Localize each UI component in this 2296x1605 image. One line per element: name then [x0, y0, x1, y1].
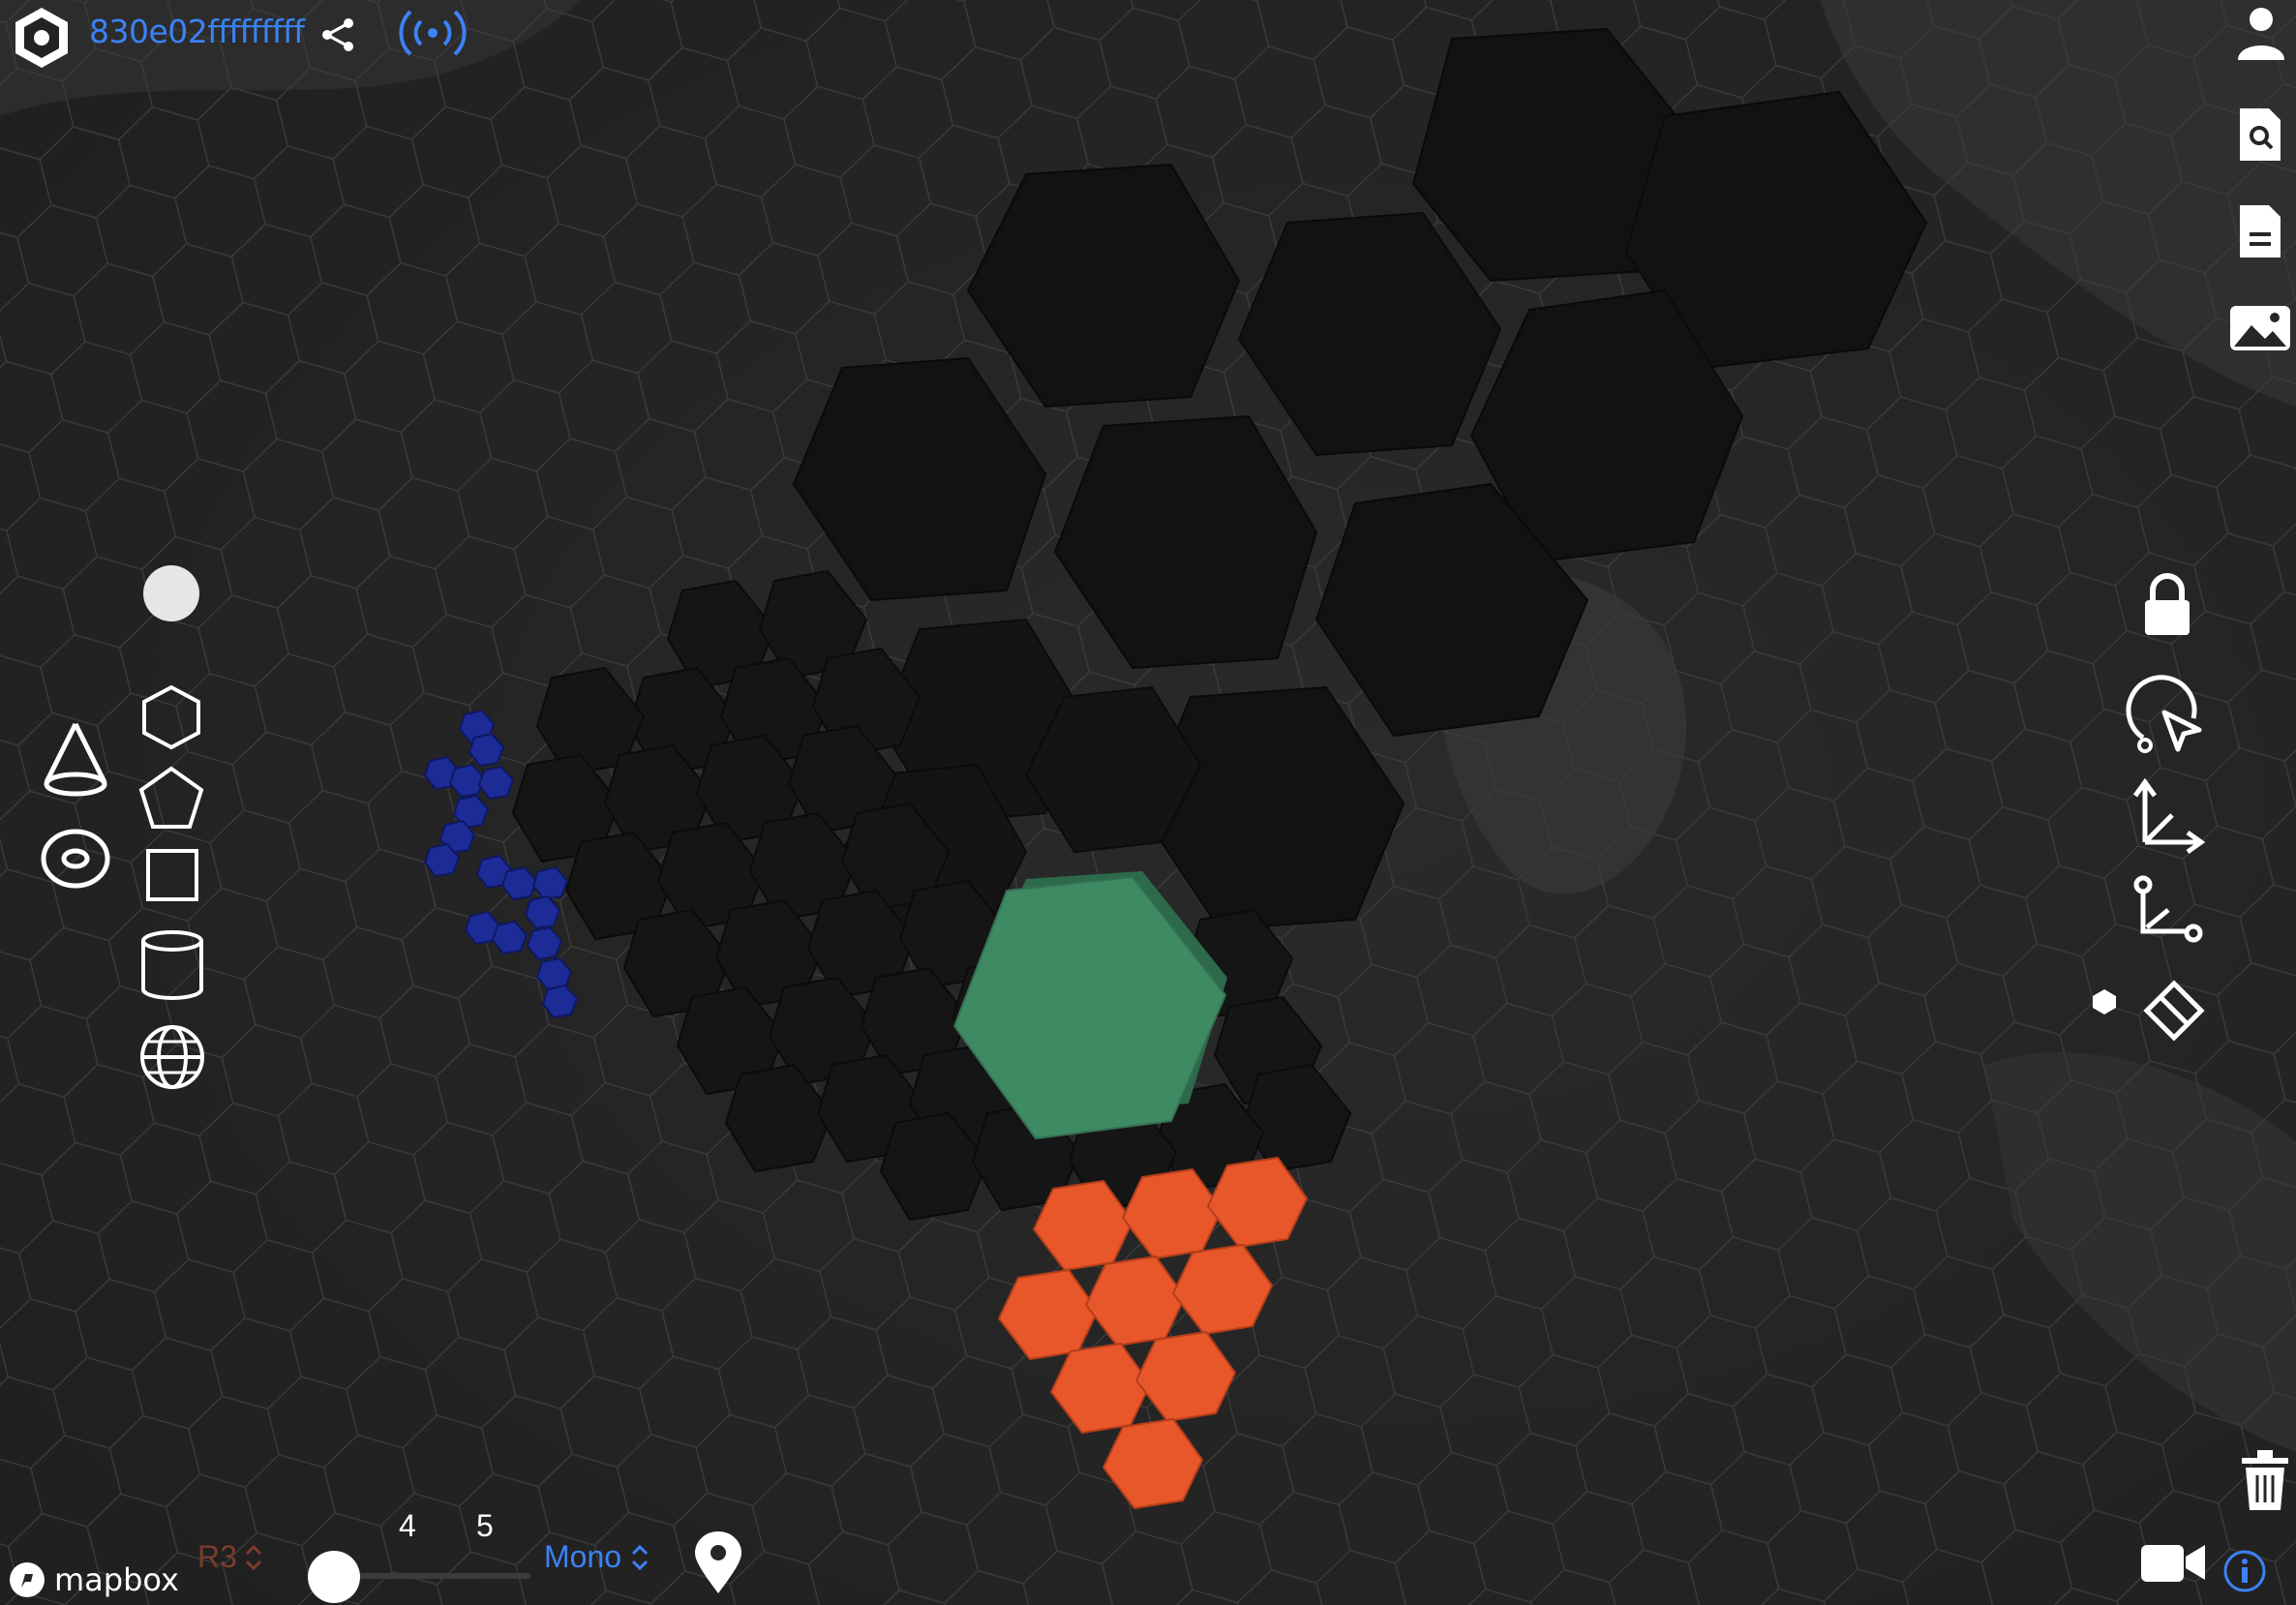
map-style-label: Mono	[544, 1539, 622, 1574]
list-document-icon[interactable]	[2236, 201, 2284, 261]
chevron-updown-icon	[631, 1544, 649, 1570]
circle-tool-icon[interactable]	[141, 563, 201, 623]
search-document-icon[interactable]	[2236, 105, 2284, 165]
lock-icon[interactable]	[2139, 571, 2195, 639]
location-pin-icon[interactable]	[691, 1531, 745, 1595]
hexagon-small-icon[interactable]	[2091, 987, 2118, 1016]
camera-icon[interactable]	[2139, 1539, 2207, 1586]
mapbox-label: mapbox	[54, 1561, 179, 1598]
path-icon[interactable]	[2126, 871, 2207, 953]
cylinder-tool-icon[interactable]	[139, 929, 205, 1001]
mapbox-logo[interactable]: mapbox	[8, 1559, 179, 1601]
chevron-updown-icon	[245, 1544, 261, 1570]
user-icon[interactable]	[2234, 4, 2288, 62]
orbit-cursor-icon[interactable]	[2122, 674, 2207, 759]
slider-tick-label: 5	[476, 1508, 494, 1543]
map-style-select[interactable]: Mono	[544, 1539, 650, 1575]
slider-tick-label: 4	[399, 1508, 416, 1543]
resolution-slider[interactable]	[308, 1551, 530, 1603]
slider-knob[interactable]	[308, 1551, 360, 1603]
slider-track[interactable]	[337, 1573, 530, 1579]
eraser-icon[interactable]	[2141, 978, 2207, 1044]
image-icon[interactable]	[2226, 302, 2294, 354]
trash-icon[interactable]	[2238, 1448, 2292, 1514]
info-icon[interactable]	[2222, 1549, 2267, 1593]
hexagon-logo-icon[interactable]	[10, 6, 74, 70]
hexagon-tool-icon[interactable]	[139, 683, 203, 751]
resolution-label: R3	[197, 1539, 237, 1574]
sphere-tool-icon[interactable]	[137, 1022, 207, 1092]
square-tool-icon[interactable]	[145, 848, 199, 902]
axes-icon[interactable]	[2126, 774, 2207, 856]
map-canvas[interactable]	[0, 0, 2296, 1605]
cone-tool-icon[interactable]	[41, 720, 110, 798]
cell-id-link[interactable]: 830e02fffffffff	[89, 12, 305, 52]
share-icon[interactable]	[317, 14, 360, 56]
resolution-select[interactable]: R3	[197, 1539, 264, 1575]
broadcast-icon[interactable]	[397, 6, 468, 60]
ring-tool-icon[interactable]	[39, 825, 112, 893]
pentagon-tool-icon[interactable]	[137, 765, 205, 831]
mapbox-icon	[10, 1562, 45, 1597]
